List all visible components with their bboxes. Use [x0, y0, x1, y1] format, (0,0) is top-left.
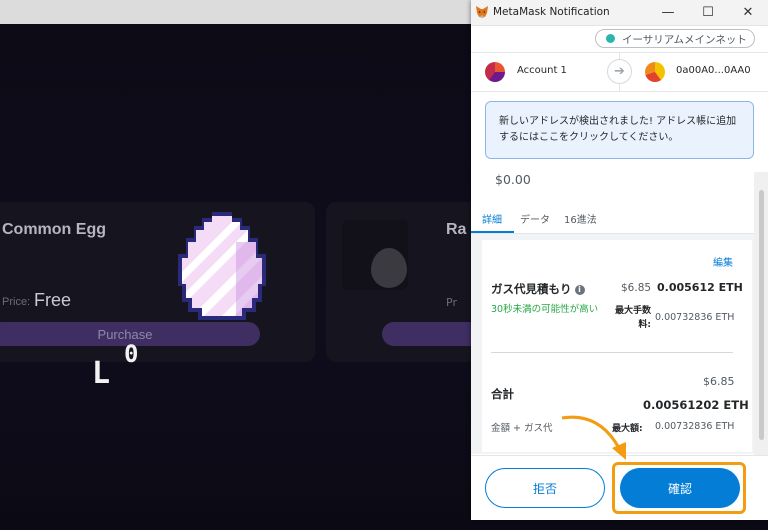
network-name: イーサリアムメインネット: [622, 34, 747, 46]
rare-price-label: Pr: [446, 296, 457, 309]
gas-estimate-text: ガス代見積もり: [491, 282, 572, 296]
confirm-highlight-box: [612, 462, 746, 514]
common-egg-title: Common Egg: [2, 221, 106, 238]
amount-plus-gas-label: 金額 + ガス代: [491, 423, 553, 434]
pixel-egg-image: [178, 212, 266, 320]
max-fee-label: 最大手数料:: [614, 306, 651, 330]
detail-tabs: 詳細 データ 16進法: [471, 203, 754, 234]
window-titlebar: MetaMask Notification — ☐ ✕: [471, 0, 768, 26]
price-value: Free: [34, 290, 72, 310]
from-account-avatar: [485, 62, 505, 82]
close-button[interactable]: ✕: [733, 3, 763, 23]
metamask-fox-icon: [476, 6, 488, 18]
tab-hex[interactable]: 16進法: [564, 211, 597, 226]
gas-estimate-usd: $6.85: [621, 282, 652, 294]
to-address[interactable]: 0a00A0...0AA0: [676, 65, 751, 76]
price-label: Price:: [2, 296, 31, 308]
transaction-amount: $0.00: [495, 172, 531, 187]
max-fee-value: 0.00732836 ETH: [655, 312, 735, 323]
pixel-text-l: L: [92, 356, 111, 391]
to-account-avatar: [645, 62, 665, 82]
edit-link[interactable]: 編集: [713, 254, 733, 269]
total-eth: 0.00561202 ETH: [643, 398, 749, 412]
rare-purchase-button[interactable]: [382, 322, 482, 346]
network-status-dot-icon: [606, 34, 615, 43]
sender-recipient-row: Account 1 ➔ 0a00A0...0AA0: [471, 52, 768, 92]
arrow-right-icon: ➔: [607, 59, 632, 84]
rare-egg-title: Ra: [446, 221, 467, 238]
annotation-arrow-icon: [561, 415, 626, 460]
window-title: MetaMask Notification: [493, 6, 610, 18]
new-address-notice[interactable]: 新しいアドレスが検出されました! アドレス帳に追加するにはここをクリックしてくだ…: [485, 101, 754, 159]
network-selector[interactable]: イーサリアムメインネット: [595, 29, 755, 48]
from-account-name[interactable]: Account 1: [517, 65, 567, 76]
minimize-button[interactable]: —: [653, 3, 683, 23]
gas-estimate-label: ガス代見積もり i: [491, 281, 585, 297]
scrollbar-thumb[interactable]: [759, 190, 764, 440]
maximize-button[interactable]: ☐: [693, 3, 723, 23]
active-tab-indicator: [471, 231, 514, 233]
info-icon[interactable]: i: [574, 285, 585, 295]
tab-details[interactable]: 詳細: [482, 211, 502, 226]
gas-estimate-eth: 0.005612 ETH: [657, 281, 743, 294]
section-divider: [491, 352, 733, 353]
max-amount-value: 0.00732836 ETH: [655, 421, 735, 432]
pixel-text-0: 0: [124, 340, 139, 368]
tab-data[interactable]: データ: [520, 211, 550, 226]
reject-button[interactable]: 拒否: [485, 468, 605, 508]
total-usd: $6.85: [703, 375, 735, 388]
rare-egg-image: [371, 248, 407, 288]
total-label: 合計: [491, 387, 514, 401]
gas-time-note: 30秒未満の可能性が高い: [491, 304, 599, 315]
